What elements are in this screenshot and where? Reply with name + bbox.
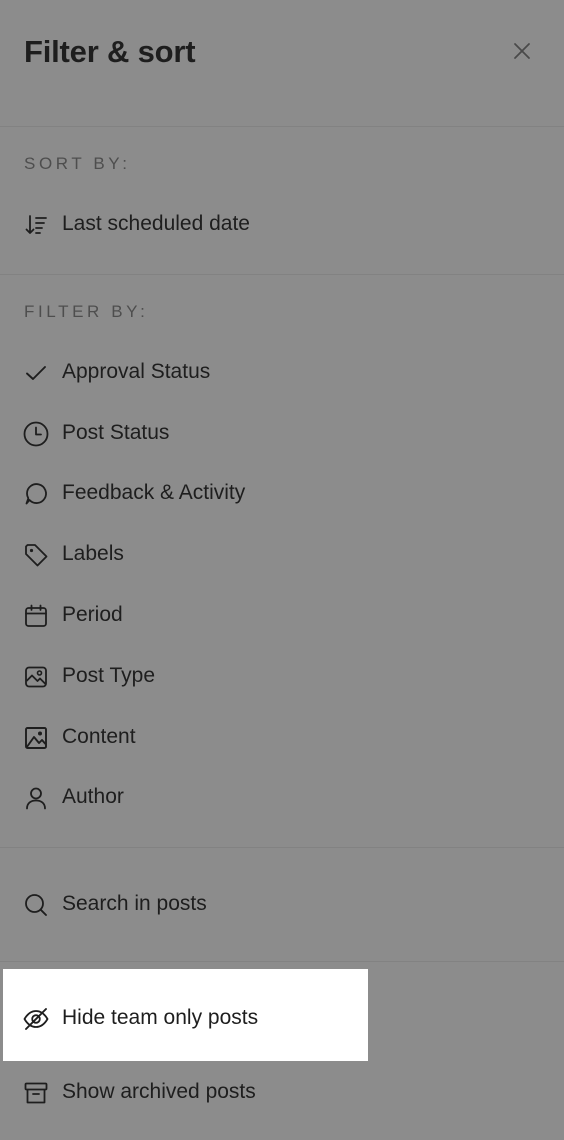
divider <box>0 847 564 848</box>
search-in-posts[interactable]: Search in posts <box>0 879 564 929</box>
search-icon <box>22 891 50 919</box>
filter-by-heading: FILTER BY: <box>24 302 149 321</box>
filter-labels[interactable]: Labels <box>0 529 564 579</box>
filter-label: Post Type <box>62 664 156 687</box>
filter-feedback-activity[interactable]: Feedback & Activity <box>0 468 564 518</box>
hide-team-only-posts-toggle[interactable]: Hide team only posts <box>0 993 564 1043</box>
filter-label: Content <box>62 725 136 748</box>
divider <box>0 274 564 275</box>
filter-label: Approval Status <box>62 360 211 383</box>
sort-by-heading: SORT BY: <box>24 154 131 173</box>
close-button[interactable] <box>508 37 536 65</box>
filter-post-status[interactable]: Post Status <box>0 408 564 458</box>
sort-descending-icon <box>22 211 50 239</box>
archive-icon <box>22 1079 50 1107</box>
comment-icon <box>22 480 50 508</box>
filter-label: Period <box>62 603 123 626</box>
hide-team-only-label: Hide team only posts <box>62 1006 259 1029</box>
filter-approval-status[interactable]: Approval Status <box>0 347 564 397</box>
check-icon <box>22 359 50 387</box>
photo-icon <box>22 724 50 752</box>
show-archived-posts-toggle[interactable]: Show archived posts <box>0 1067 564 1117</box>
filter-post-type[interactable]: Post Type <box>0 651 564 701</box>
eye-off-icon <box>22 1005 50 1033</box>
filter-content[interactable]: Content <box>0 712 564 762</box>
clock-icon <box>22 420 50 448</box>
filter-label: Feedback & Activity <box>62 481 246 504</box>
panel-title: Filter & sort <box>24 34 196 69</box>
sort-option-last-scheduled[interactable]: Last scheduled date <box>0 199 564 249</box>
divider <box>0 126 564 127</box>
filter-author[interactable]: Author <box>0 772 564 822</box>
filter-label: Author <box>62 785 124 808</box>
search-label: Search in posts <box>62 892 207 915</box>
filter-label: Labels <box>62 542 124 565</box>
panel-header: Filter & sort <box>0 0 564 126</box>
show-archived-label: Show archived posts <box>62 1080 256 1103</box>
close-icon <box>514 43 530 59</box>
calendar-icon <box>22 602 50 630</box>
sort-option-label: Last scheduled date <box>62 212 250 235</box>
filter-period[interactable]: Period <box>0 590 564 640</box>
image-icon <box>22 663 50 691</box>
divider <box>0 961 564 962</box>
tag-icon <box>22 541 50 569</box>
filter-label: Post Status <box>62 421 170 444</box>
user-icon <box>22 784 50 812</box>
